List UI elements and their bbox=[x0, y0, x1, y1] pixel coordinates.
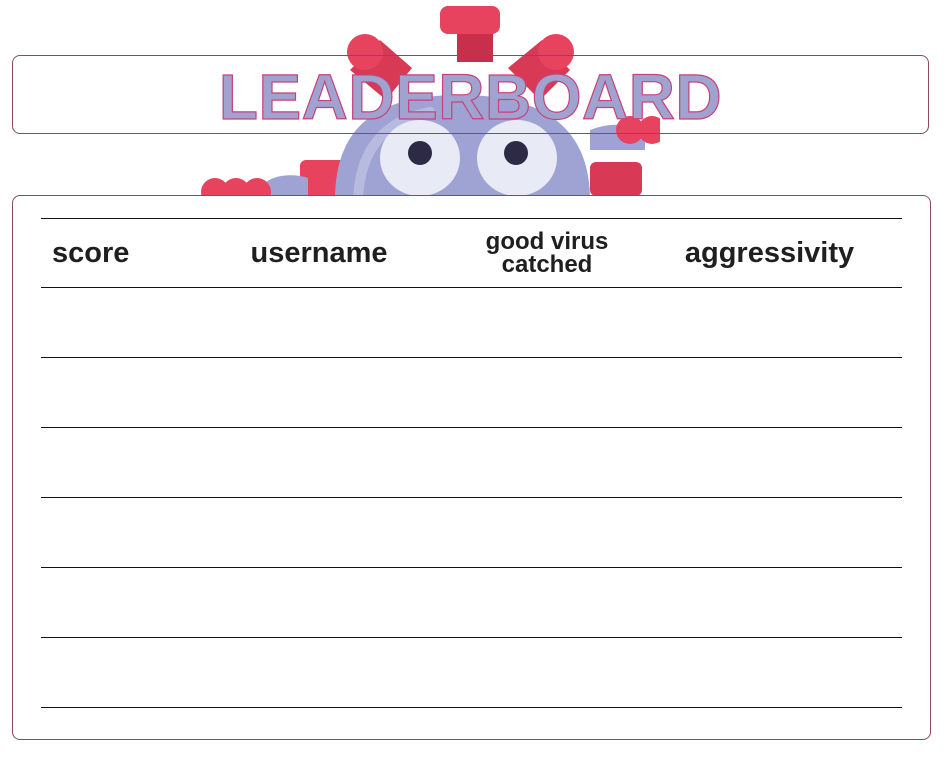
table-row bbox=[41, 638, 902, 708]
aggressivity-cell bbox=[627, 498, 902, 567]
page-title: LEADERBOARD bbox=[218, 60, 723, 133]
aggressivity-cell bbox=[627, 358, 902, 427]
aggressivity-cell bbox=[627, 428, 902, 497]
table-header-row: score username good virus catched aggres… bbox=[41, 218, 902, 288]
username-cell bbox=[151, 428, 467, 497]
username-cell bbox=[151, 288, 467, 357]
table-row bbox=[41, 288, 902, 358]
aggressivity-cell bbox=[627, 288, 902, 357]
good-virus-cell bbox=[467, 568, 627, 637]
score-cell bbox=[41, 288, 151, 357]
good-virus-cell bbox=[467, 288, 627, 357]
column-header-username: username bbox=[250, 236, 388, 269]
score-cell bbox=[41, 498, 151, 567]
title-banner: LEADERBOARD bbox=[12, 55, 929, 134]
score-cell bbox=[41, 358, 151, 427]
good-virus-cell bbox=[467, 638, 627, 707]
column-header-good-virus-line2: catched bbox=[501, 251, 593, 278]
column-header-good-virus-line1: good virus bbox=[485, 228, 609, 255]
aggressivity-cell bbox=[627, 568, 902, 637]
username-cell bbox=[151, 498, 467, 567]
score-cell bbox=[41, 568, 151, 637]
leaderboard-panel: score username good virus catched aggres… bbox=[12, 195, 931, 740]
username-cell bbox=[151, 638, 467, 707]
score-cell bbox=[41, 638, 151, 707]
column-header-score: score bbox=[52, 236, 130, 269]
table-row bbox=[41, 358, 902, 428]
leaderboard-table: score username good virus catched aggres… bbox=[41, 218, 902, 708]
username-cell bbox=[151, 568, 467, 637]
aggressivity-cell bbox=[627, 638, 902, 707]
column-header-good-virus-catched: good virus catched bbox=[467, 219, 627, 287]
username-cell bbox=[151, 358, 467, 427]
good-virus-cell bbox=[467, 358, 627, 427]
column-header-aggressivity: aggressivity bbox=[684, 236, 855, 269]
table-row bbox=[41, 568, 902, 638]
table-row bbox=[41, 498, 902, 568]
table-row bbox=[41, 428, 902, 498]
good-virus-cell bbox=[467, 428, 627, 497]
score-cell bbox=[41, 428, 151, 497]
good-virus-cell bbox=[467, 498, 627, 567]
